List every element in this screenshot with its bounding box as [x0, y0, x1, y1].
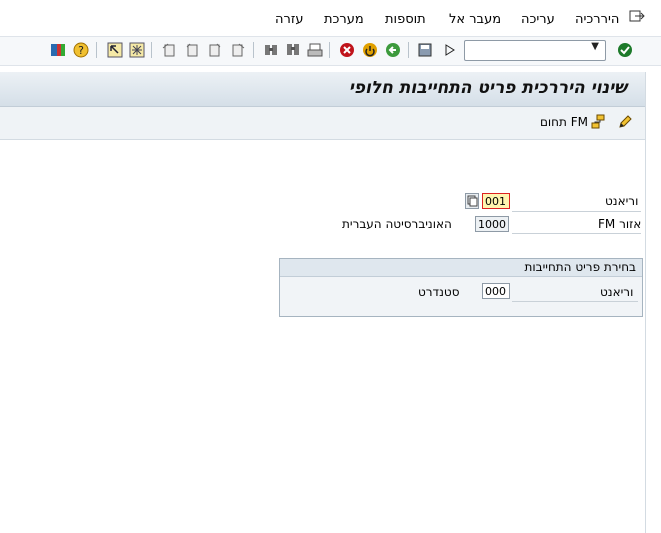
page-title: שינוי היררכית פריט התחייבות חלופי	[348, 78, 627, 98]
layout-icon[interactable]	[49, 41, 67, 59]
title-bar: שינוי היררכית פריט התחייבות חלופי	[0, 72, 645, 107]
menu-system[interactable]: מערכת	[324, 12, 364, 27]
first-page-icon[interactable]	[160, 41, 178, 59]
fm-area-field: 1000	[475, 216, 509, 232]
search-help-button[interactable]	[465, 193, 479, 209]
check-icon[interactable]	[616, 41, 634, 59]
find-next-icon[interactable]	[284, 41, 302, 59]
help-icon[interactable]: ?	[72, 41, 90, 59]
menu-hierarchy[interactable]: היררכיה	[575, 12, 619, 27]
field-underline	[512, 211, 641, 212]
menu-goto[interactable]: מעבר אל	[449, 12, 501, 27]
fm-area-button[interactable]: תחום FM	[540, 115, 588, 129]
toolbar-separator	[329, 42, 330, 58]
variant-field[interactable]: 001	[482, 193, 510, 209]
hierarchy-icon[interactable]	[591, 114, 607, 130]
field-underline	[512, 233, 641, 234]
exit-icon[interactable]	[629, 10, 645, 24]
group-title: בחירת פריט התחייבות	[524, 260, 636, 274]
toolbar-separator	[408, 42, 409, 58]
shortcut-icon[interactable]	[128, 41, 146, 59]
chevron-down-icon[interactable]: ▼	[591, 41, 599, 52]
cancel-icon[interactable]	[338, 41, 356, 59]
field-underline	[512, 301, 638, 302]
group-variant-description: סטנדרט	[418, 285, 460, 299]
application-toolbar: תחום FM	[0, 107, 645, 140]
pencil-icon[interactable]	[617, 114, 633, 130]
fm-area-label: אזור FM	[598, 217, 642, 231]
exit-red-icon[interactable]	[361, 41, 379, 59]
standard-toolbar: ▼ ?	[0, 36, 661, 66]
group-variant-field[interactable]: 000	[482, 283, 510, 299]
group-header: בחירת פריט התחייבות	[280, 259, 642, 277]
toolbar-separator	[151, 42, 152, 58]
previous-page-icon[interactable]	[183, 41, 201, 59]
menu-bar: היררכיה עריכה מעבר אל תוספות מערכת עזרה	[0, 0, 661, 36]
save-icon[interactable]	[416, 41, 434, 59]
group-variant-label: וריאנט	[600, 285, 634, 299]
variant-label: וריאנט	[605, 194, 639, 208]
toolbar-separator	[253, 42, 254, 58]
fm-area-description: האוניברסיטה העברית	[342, 217, 452, 231]
command-field[interactable]: ▼	[464, 40, 606, 61]
menu-help[interactable]: עזרה	[275, 12, 303, 27]
selection-group: בחירת פריט התחייבות וריאנט 000 סטנדרט	[279, 258, 643, 317]
menu-edit[interactable]: עריכה	[521, 12, 555, 27]
print-icon[interactable]	[306, 41, 324, 59]
last-page-icon[interactable]	[229, 41, 247, 59]
enter-icon[interactable]	[441, 41, 459, 59]
svg-text:?: ?	[78, 44, 84, 57]
new-session-icon[interactable]	[106, 41, 124, 59]
menu-extras[interactable]: תוספות	[385, 12, 426, 27]
right-frame	[645, 72, 661, 533]
back-icon[interactable]	[384, 41, 402, 59]
toolbar-separator	[96, 42, 97, 58]
next-page-icon[interactable]	[206, 41, 224, 59]
find-icon[interactable]	[262, 41, 280, 59]
